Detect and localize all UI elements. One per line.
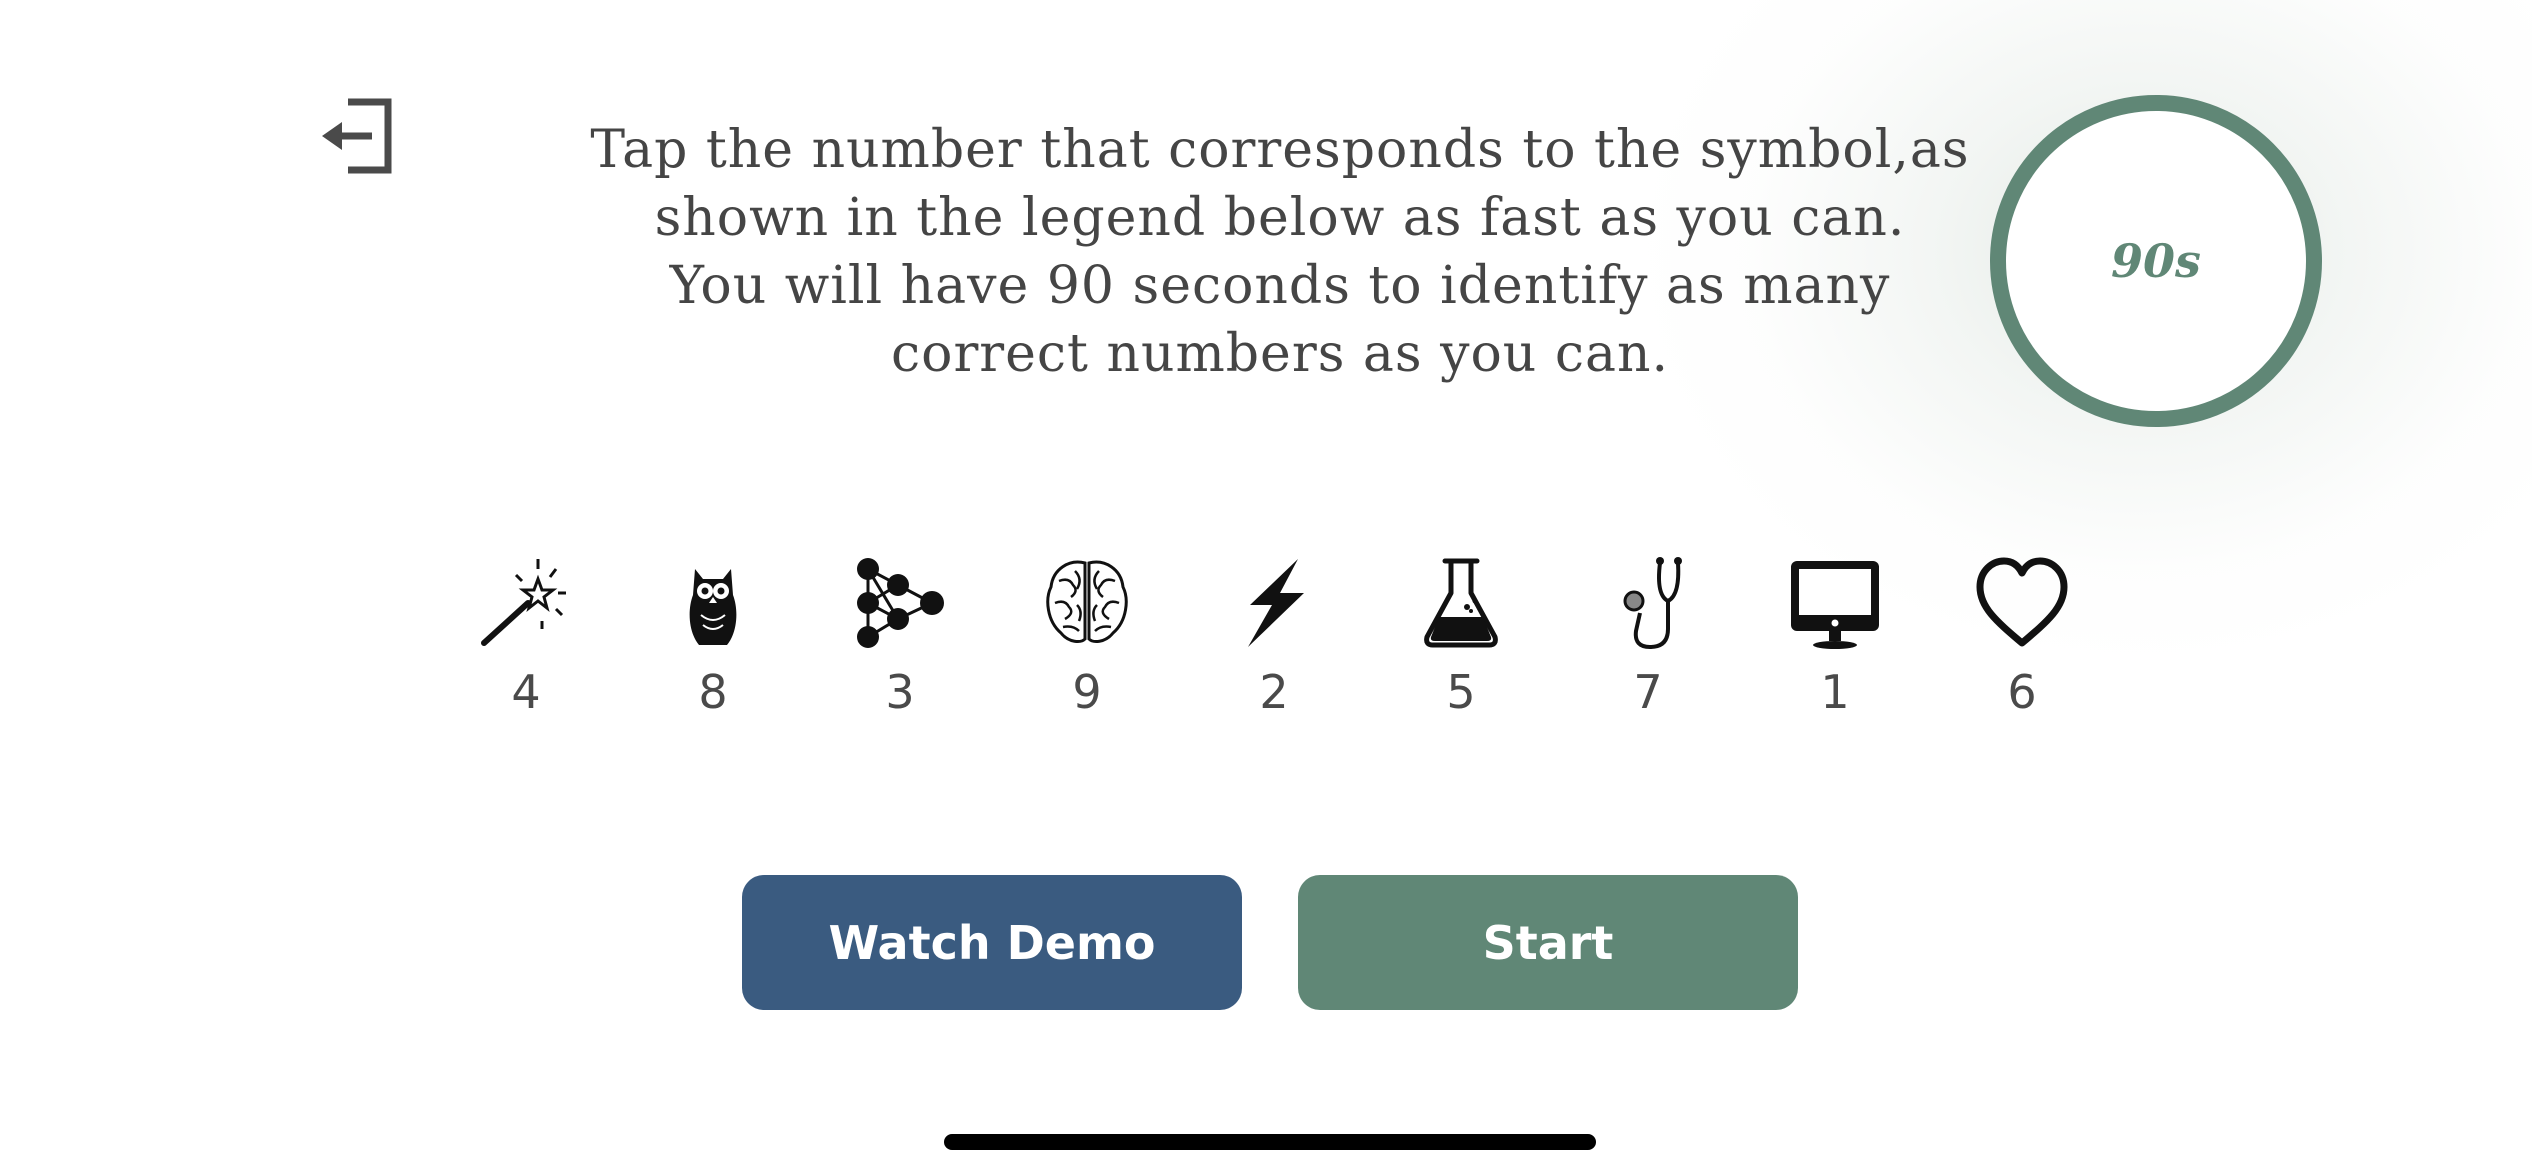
legend-number: 8 [698, 665, 728, 719]
exit-button[interactable] [318, 96, 398, 176]
heart-icon [1976, 557, 2068, 647]
legend-number: 5 [1446, 665, 1476, 719]
legend-number: 1 [1820, 665, 1850, 719]
watch-demo-button[interactable]: Watch Demo [742, 875, 1242, 1010]
legend-number: 9 [1072, 665, 1102, 719]
legend-item-monitor: 1 [1755, 555, 1915, 735]
owl-icon [689, 569, 737, 645]
instruction-line: correct numbers as you can. [891, 324, 1669, 384]
instruction-line: Tap the number that corresponds to the s… [590, 120, 1970, 180]
legend-item-wand: 4 [446, 555, 606, 735]
legend-number: 7 [1633, 665, 1663, 719]
instruction-line: You will have 90 seconds to identify as … [669, 256, 1891, 316]
legend-item-stethoscope: 7 [1568, 555, 1728, 735]
legend-item-heart: 6 [1942, 555, 2102, 735]
magic-wand-icon [481, 559, 566, 646]
network-nodes-icon [857, 558, 944, 648]
legend-number: 4 [511, 665, 541, 719]
legend-number: 3 [885, 665, 915, 719]
timer-circle: 90s [1990, 95, 2322, 427]
legend-number: 2 [1259, 665, 1289, 719]
monitor-icon [1791, 561, 1879, 649]
legend-number: 6 [2007, 665, 2037, 719]
legend-item-network: 3 [820, 555, 980, 735]
timer-label: 90s [2111, 234, 2201, 288]
legend-item-flask: 5 [1381, 555, 1541, 735]
flask-icon [1424, 558, 1498, 648]
instructions-text: Tap the number that corresponds to the s… [560, 116, 2000, 388]
stethoscope-icon [1623, 557, 1682, 650]
legend-item-owl: 8 [633, 555, 793, 735]
brain-icon [1046, 560, 1128, 643]
legend-item-lightning: 2 [1194, 555, 1354, 735]
home-indicator[interactable] [944, 1134, 1596, 1150]
exit-arrow-icon [322, 98, 392, 174]
instruction-line: shown in the legend below as fast as you… [654, 188, 1906, 248]
lightning-bolt-icon [1248, 559, 1304, 647]
start-button[interactable]: Start [1298, 875, 1798, 1010]
legend-item-brain: 9 [1007, 555, 1167, 735]
